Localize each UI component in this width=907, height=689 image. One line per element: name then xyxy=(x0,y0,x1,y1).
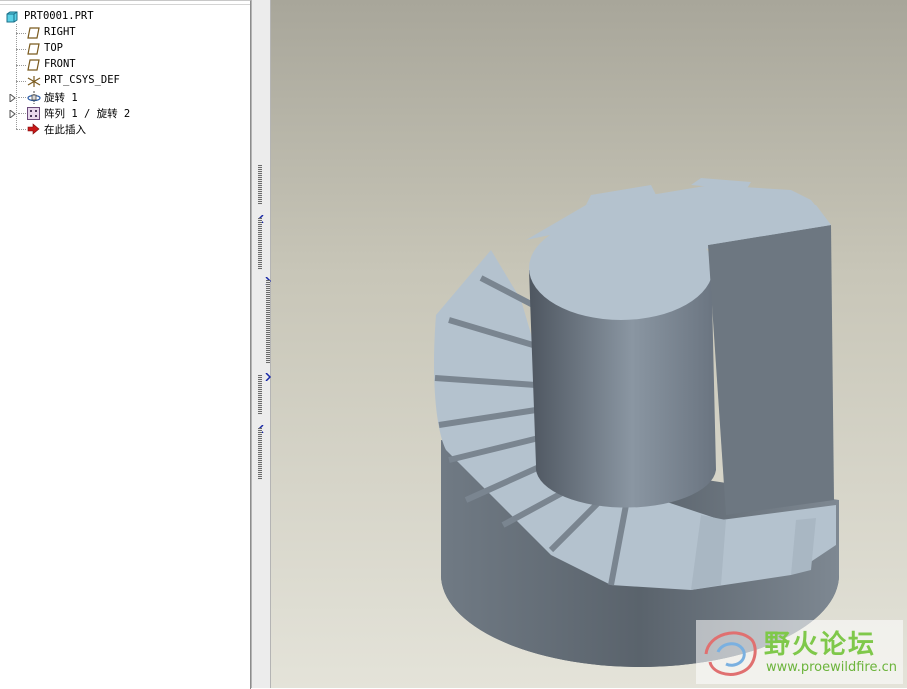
part-icon xyxy=(6,11,18,23)
tree-item-right[interactable]: RIGHT xyxy=(0,25,240,41)
tree-item-csys[interactable]: PRT_CSYS_DEF xyxy=(0,73,240,89)
graphics-viewport[interactable] xyxy=(271,0,907,688)
tree-item-front[interactable]: FRONT xyxy=(0,57,240,73)
expand-triangle-icon[interactable] xyxy=(9,108,16,120)
watermark-logo-icon xyxy=(704,631,757,676)
tree-item-pattern-1[interactable]: 阵列 1 / 旋转 2 xyxy=(0,105,240,121)
expand-triangle-icon[interactable] xyxy=(9,92,16,104)
tree-root-part[interactable]: PRT0001.PRT xyxy=(0,9,240,25)
watermark-url: www.proewildfire.cn xyxy=(766,660,897,675)
tree-item-label: TOP xyxy=(44,42,63,54)
splitter-grip[interactable] xyxy=(258,428,262,480)
tree-root-label: PRT0001.PRT xyxy=(24,10,94,22)
insert-here-arrow-icon xyxy=(27,123,40,135)
collapse-left-icon[interactable] xyxy=(257,208,265,224)
splitter-edge xyxy=(251,0,252,688)
datum-plane-icon xyxy=(27,27,40,39)
tree-item-label: 阵列 1 / 旋转 2 xyxy=(44,108,131,120)
tree-item-label: PRT_CSYS_DEF xyxy=(44,74,120,86)
revolve-feature-icon xyxy=(27,91,41,104)
spiral-stair-model xyxy=(434,178,839,667)
tree-item-top[interactable]: TOP xyxy=(0,41,240,57)
model-tree-panel: PRT0001.PRT RIGHT TOP FRONT PRT_CSYS_DEF xyxy=(0,0,251,689)
datum-plane-icon xyxy=(27,43,40,55)
pattern-feature-icon xyxy=(27,107,40,120)
tree-item-label: RIGHT xyxy=(44,26,76,38)
splitter-grip[interactable] xyxy=(258,375,262,415)
watermark-title: 野火论坛 xyxy=(764,630,877,660)
tree-item-insert-here[interactable]: 在此插入 xyxy=(0,121,240,137)
tree-item-label: 旋转 1 xyxy=(44,92,78,104)
splitter-grip[interactable] xyxy=(258,165,262,205)
panel-splitter[interactable] xyxy=(251,0,272,688)
forum-watermark: 野火论坛 www.proewildfire.cn xyxy=(696,620,903,684)
panel-divider xyxy=(0,4,250,5)
tree-item-revolve-1[interactable]: 旋转 1 xyxy=(0,89,240,105)
tree-item-label: FRONT xyxy=(44,58,76,70)
coordinate-system-icon xyxy=(27,75,41,87)
datum-plane-icon xyxy=(27,59,40,71)
tree-item-label: 在此插入 xyxy=(44,124,86,136)
collapse-left-icon[interactable] xyxy=(257,418,265,434)
splitter-grip[interactable] xyxy=(266,280,270,364)
splitter-grip[interactable] xyxy=(258,218,262,270)
